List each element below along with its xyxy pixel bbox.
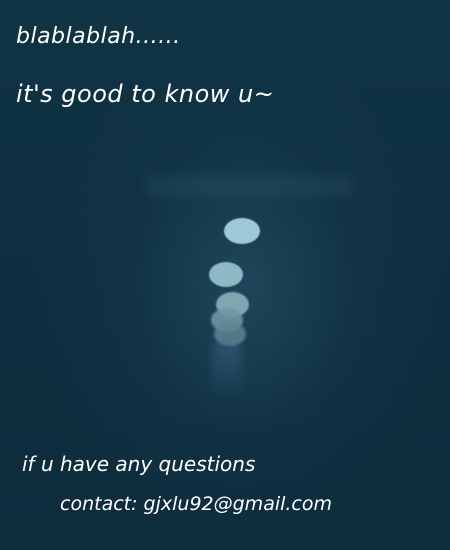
bokeh-light-2 [209, 262, 243, 287]
questions-text: if u have any questions [22, 452, 256, 476]
contact-text: contact: gjxlu92@gmail.com [60, 493, 333, 515]
intro-text: blablablah...... [16, 24, 181, 49]
bokeh-light-1 [224, 218, 260, 244]
blurred-light-band [145, 175, 355, 197]
greeting-text: it's good to know u~ [16, 80, 275, 108]
light-trail [212, 340, 242, 400]
